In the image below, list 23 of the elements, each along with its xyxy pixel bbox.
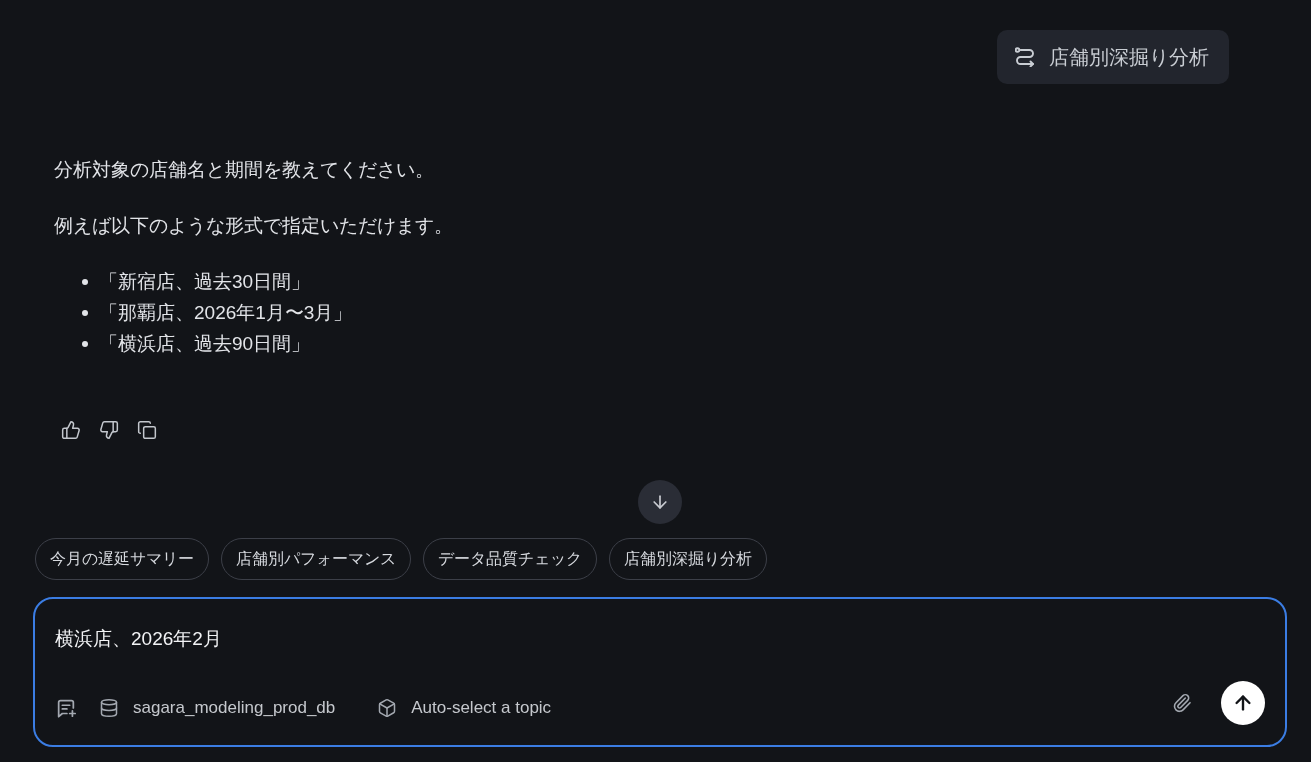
thumbs-down-icon bbox=[99, 420, 119, 440]
list-item-text: 「新宿店、過去30日間」 bbox=[99, 269, 311, 294]
database-icon bbox=[99, 698, 119, 718]
message-plus-icon bbox=[55, 697, 77, 719]
bullet-icon bbox=[82, 309, 88, 316]
cube-icon bbox=[377, 698, 398, 718]
database-selector[interactable]: sagara_modeling_prod_db bbox=[99, 698, 336, 718]
topic-selector[interactable]: Auto-select a topic bbox=[377, 698, 552, 718]
send-button[interactable] bbox=[1221, 681, 1265, 725]
copy-icon bbox=[137, 420, 157, 440]
bullet-icon bbox=[82, 278, 88, 285]
message-input[interactable]: 横浜店、2026年2月 bbox=[55, 625, 1265, 653]
assistant-paragraph: 例えば以下のような形式で指定いただけます。 bbox=[54, 214, 454, 238]
route-icon bbox=[1015, 47, 1035, 67]
list-item-text: 「那覇店、2026年1月〜3月」 bbox=[99, 300, 353, 325]
thumbs-up-icon bbox=[61, 420, 81, 440]
paperclip-icon bbox=[1172, 693, 1192, 713]
user-message-text: 店舗別深掘り分析 bbox=[1049, 44, 1209, 70]
list-item-text: 「横浜店、過去90日間」 bbox=[99, 331, 311, 356]
scroll-down-button[interactable] bbox=[638, 480, 682, 524]
bullet-icon bbox=[82, 340, 88, 347]
new-message-button[interactable] bbox=[55, 697, 77, 719]
assistant-paragraph: 分析対象の店舗名と期間を教えてください。 bbox=[54, 158, 435, 182]
